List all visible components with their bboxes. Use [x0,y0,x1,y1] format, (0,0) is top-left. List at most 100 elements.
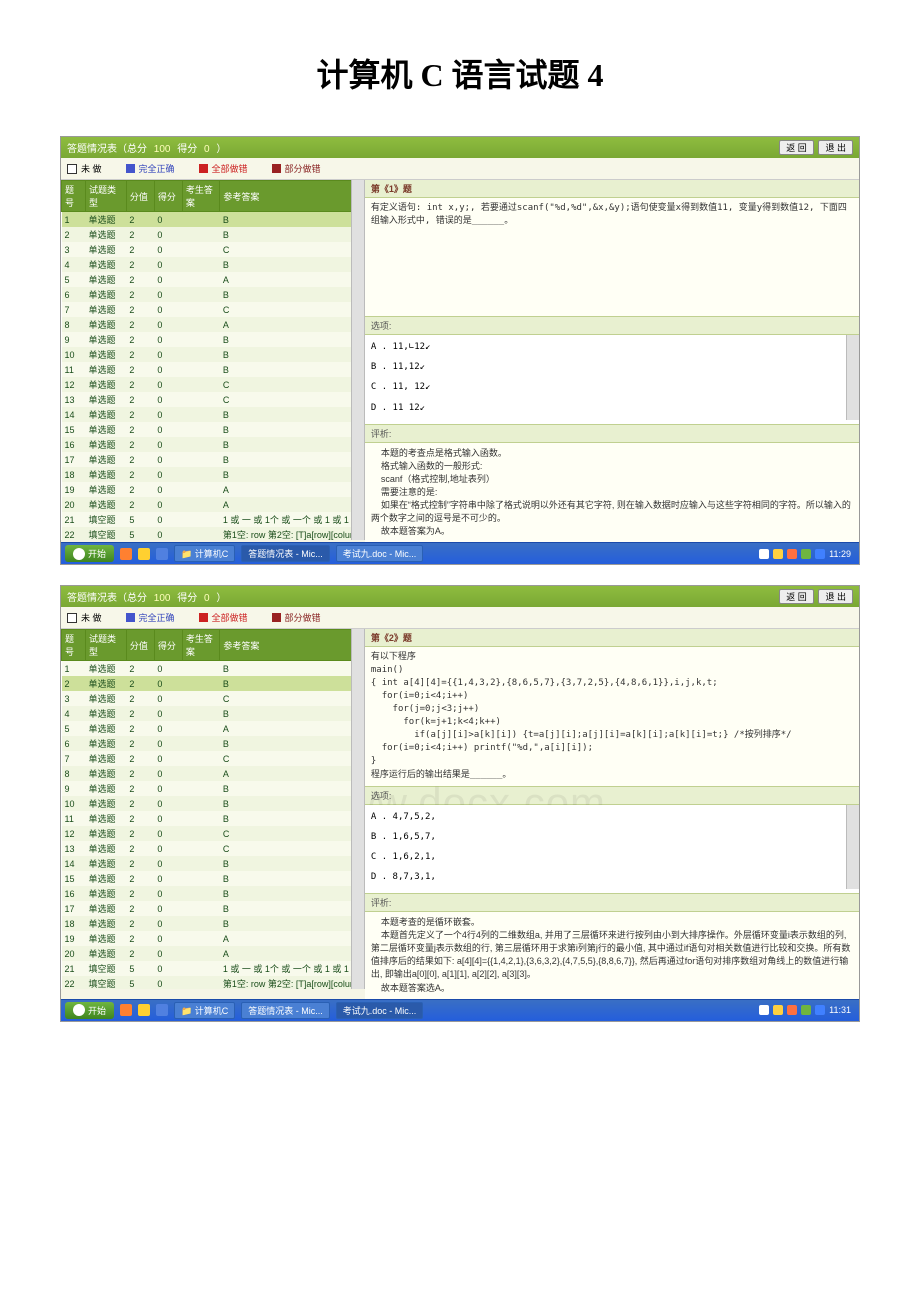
taskbar-task-2[interactable]: 考试九.doc - Mic... [336,545,424,562]
table-cell: 单选题 [86,931,127,946]
table-row[interactable]: 11单选题20B [62,362,364,377]
table-cell: 0 [154,302,182,317]
option-c[interactable]: C . 1,6,2,1, [371,849,853,865]
exit-button[interactable]: 退 出 [818,140,853,155]
scrollbar-icon[interactable] [351,180,364,540]
question-table[interactable]: 题号 试题类型 分值 得分 考生答案 参考答案 1单选题20B2单选题20B3单… [61,629,364,989]
table-row[interactable]: 19单选题20A [62,482,364,497]
table-row[interactable]: 4单选题20B [62,706,364,721]
table-row[interactable]: 4单选题20B [62,257,364,272]
ql-icon-2[interactable] [138,1004,150,1016]
table-row[interactable]: 15单选题20B [62,422,364,437]
table-cell: 单选题 [86,287,127,302]
window-header: 答题情况表（总分 100 得分 0 ） 返 回 退 出 [61,586,859,607]
table-cell: 0 [154,751,182,766]
table-cell [182,736,219,751]
table-row[interactable]: 10单选题20B [62,347,364,362]
scrollbar-icon[interactable] [846,805,859,890]
table-row[interactable]: 8单选题20A [62,317,364,332]
ql-icon-3[interactable] [156,548,168,560]
option-b[interactable]: B . 1,6,5,7, [371,829,853,845]
table-row[interactable]: 2单选题20B [62,676,364,691]
tray-icon[interactable] [787,549,797,559]
table-row[interactable]: 1单选题20B [62,212,364,228]
option-b[interactable]: B . 11,12↙ [371,359,853,375]
table-cell: 6 [62,287,86,302]
table-row[interactable]: 21填空题501 或 一 或 1个 或 一个 或 1 或 1 个 [62,961,364,976]
start-button[interactable]: 开始 [65,1002,114,1019]
tray-icon[interactable] [773,1005,783,1015]
tray-icon[interactable] [815,549,825,559]
table-row[interactable]: 7单选题20C [62,751,364,766]
table-row[interactable]: 22填空题50第1空: row 第2空: [T]a[row][colum] [62,527,364,540]
tray-icon[interactable] [801,1005,811,1015]
table-row[interactable]: 10单选题20B [62,796,364,811]
table-row[interactable]: 12单选题20C [62,826,364,841]
table-row[interactable]: 6单选题20B [62,736,364,751]
table-row[interactable]: 16单选题20B [62,437,364,452]
table-row[interactable]: 9单选题20B [62,781,364,796]
table-cell: 2 [126,482,154,497]
table-row[interactable]: 12单选题20C [62,377,364,392]
table-row[interactable]: 21填空题501 或 一 或 1个 或 一个 或 1 或 1 个 [62,512,364,527]
table-row[interactable]: 16单选题20B [62,886,364,901]
table-row[interactable]: 17单选题20B [62,452,364,467]
question-table[interactable]: 题号 试题类型 分值 得分 考生答案 参考答案 1单选题20B2单选题20B3单… [61,180,364,540]
table-row[interactable]: 20单选题20A [62,946,364,961]
scrollbar-icon[interactable] [846,335,859,420]
taskbar-task-2[interactable]: 考试九.doc - Mic... [336,1002,424,1019]
ql-icon-1[interactable] [120,548,132,560]
table-row[interactable]: 19单选题20A [62,931,364,946]
taskbar-task-1[interactable]: 答题情况表 - Mic... [241,1002,330,1019]
taskbar-task-1[interactable]: 答题情况表 - Mic... [241,545,330,562]
option-a[interactable]: A . 4,7,5,2, [371,809,853,825]
table-row[interactable]: 13单选题20C [62,841,364,856]
back-button[interactable]: 返 回 [779,589,814,604]
legend-all-wrong-label: 全部做错 [212,611,248,624]
table-row[interactable]: 18单选题20B [62,467,364,482]
table-row[interactable]: 22填空题50第1空: row 第2空: [T]a[row][colum] [62,976,364,989]
table-row[interactable]: 5单选题20A [62,721,364,736]
table-row[interactable]: 15单选题20B [62,871,364,886]
tray-icon[interactable] [759,1005,769,1015]
back-button[interactable]: 返 回 [779,140,814,155]
table-row[interactable]: 18单选题20B [62,916,364,931]
ql-icon-1[interactable] [120,1004,132,1016]
start-button[interactable]: 开始 [65,545,114,562]
table-row[interactable]: 2单选题20B [62,227,364,242]
option-d[interactable]: D . 11 12↙ [371,400,853,416]
taskbar-folder[interactable]: 📁 计算机C [174,1002,235,1019]
table-cell [182,961,219,976]
taskbar-folder[interactable]: 📁 计算机C [174,545,235,562]
option-c[interactable]: C . 11, 12↙ [371,379,853,395]
table-row[interactable]: 3单选题20C [62,691,364,706]
ql-icon-3[interactable] [156,1004,168,1016]
tray-icon[interactable] [759,549,769,559]
scrollbar-icon[interactable] [351,629,364,989]
table-row[interactable]: 14单选题20B [62,407,364,422]
table-row[interactable]: 6单选题20B [62,287,364,302]
table-row[interactable]: 7单选题20C [62,302,364,317]
table-row[interactable]: 13单选题20C [62,392,364,407]
table-row[interactable]: 3单选题20C [62,242,364,257]
table-row[interactable]: 8单选题20A [62,766,364,781]
option-a[interactable]: A . 11,∟12↙ [371,339,853,355]
table-row[interactable]: 14单选题20B [62,856,364,871]
table-row[interactable]: 17单选题20B [62,901,364,916]
option-d[interactable]: D . 8,7,3,1, [371,869,853,885]
table-row[interactable]: 5单选题20A [62,272,364,287]
tray-icon[interactable] [787,1005,797,1015]
table-cell: 单选题 [86,212,127,228]
table-cell: 2 [126,841,154,856]
exit-button[interactable]: 退 出 [818,589,853,604]
table-row[interactable]: 1单选题20B [62,661,364,677]
table-cell: 0 [154,781,182,796]
table-row[interactable]: 9单选题20B [62,332,364,347]
col-ref-ans: 参考答案 [220,181,364,212]
tray-icon[interactable] [773,549,783,559]
table-row[interactable]: 20单选题20A [62,497,364,512]
tray-icon[interactable] [815,1005,825,1015]
ql-icon-2[interactable] [138,548,150,560]
table-row[interactable]: 11单选题20B [62,811,364,826]
tray-icon[interactable] [801,549,811,559]
